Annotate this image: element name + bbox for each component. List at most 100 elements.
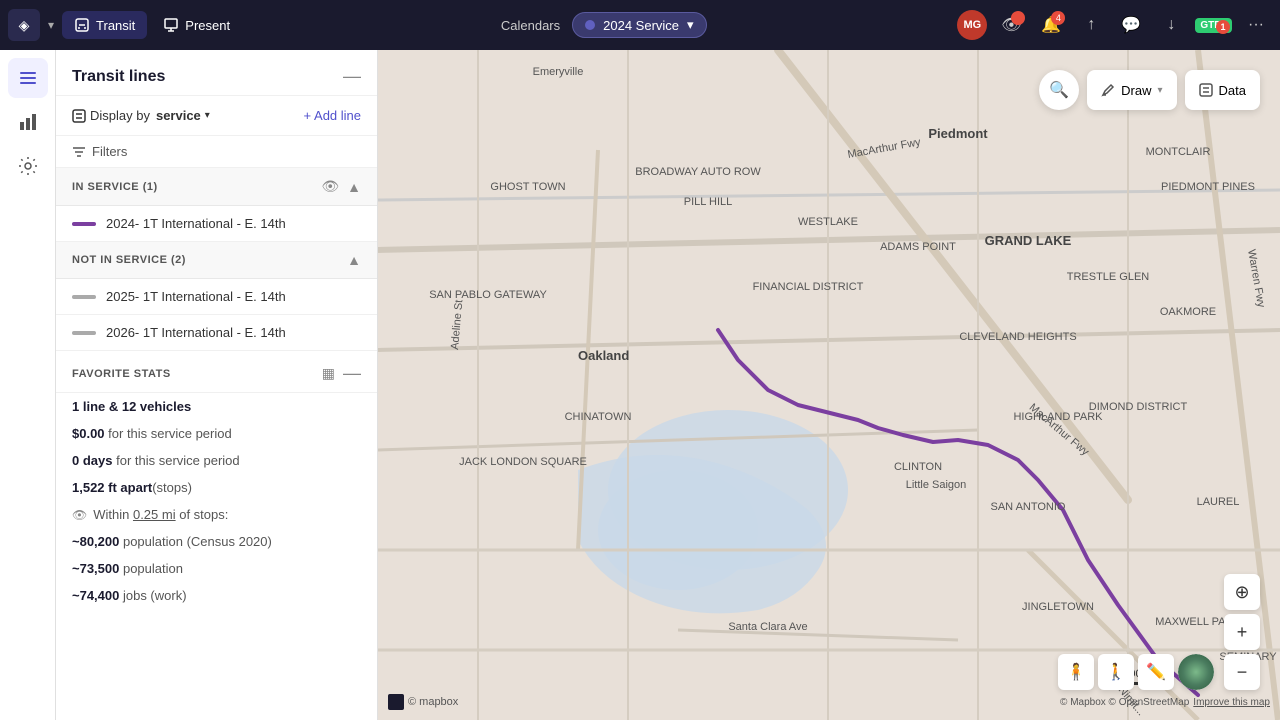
svg-text:GRAND LAKE: GRAND LAKE <box>985 233 1072 248</box>
gtfs-btn[interactable]: GTFS 1 <box>1195 18 1232 33</box>
strip-chart-icon[interactable] <box>8 102 48 142</box>
topbar-right: MG 👁 🔔 4 ↑ 💬 ↓ GTFS 1 ··· <box>957 9 1272 41</box>
svg-text:CLEVELAND HEIGHTS: CLEVELAND HEIGHTS <box>959 331 1076 343</box>
fav-eye-icon: 👁 <box>72 508 87 522</box>
zoom-in-btn[interactable]: + <box>1224 614 1260 650</box>
service-pill-label: 2024 Service <box>603 18 679 33</box>
route-item-2025[interactable]: 2025- 1T International - E. 14th <box>56 279 377 315</box>
not-in-service-actions: ▲ <box>347 252 361 268</box>
compass-btn[interactable]: ⊕ <box>1224 574 1260 610</box>
improve-map-link[interactable]: Improve this map <box>1193 697 1270 708</box>
not-in-service-header[interactable]: NOT IN SERVICE (2) ▲ <box>56 242 377 279</box>
eye-btn[interactable]: 👁 <box>995 9 1027 41</box>
svg-text:FINANCIAL DISTRICT: FINANCIAL DISTRICT <box>753 281 864 293</box>
fav-stat-pop: ~73,500 population <box>56 555 377 582</box>
sidebar-controls: Display by service ▾ + Add line <box>56 96 377 136</box>
route-color-bar-2024 <box>72 222 96 226</box>
svg-text:SAN ANTONIO: SAN ANTONIO <box>991 501 1066 513</box>
share-btn[interactable]: ↑ <box>1075 9 1107 41</box>
person-icon-btn[interactable]: 🧍 <box>1058 654 1094 690</box>
svg-text:WESTLAKE: WESTLAKE <box>798 216 858 228</box>
in-service-actions: 👁 ▲ <box>321 178 361 195</box>
chat-btn[interactable]: 💬 <box>1115 9 1147 41</box>
sidebar-header: Transit lines — <box>56 50 377 96</box>
svg-text:LAUREL: LAUREL <box>1197 496 1240 508</box>
route-color-bar-2026 <box>72 331 96 335</box>
map-area[interactable]: Emeryville Piedmont MONTCLAIR PIEDMONT P… <box>378 50 1280 720</box>
svg-text:BROADWAY AUTO ROW: BROADWAY AUTO ROW <box>635 166 761 178</box>
svg-text:JINGLETOWN: JINGLETOWN <box>1022 601 1094 613</box>
svg-text:Piedmont: Piedmont <box>928 126 988 141</box>
svg-text:PILL HILL: PILL HILL <box>684 196 733 208</box>
person2-icon-btn[interactable]: 🚶 <box>1098 654 1134 690</box>
fav-stat-pop2020: ~80,200 population (Census 2020) <box>56 528 377 555</box>
in-service-header[interactable]: IN SERVICE (1) 👁 ▲ <box>56 168 377 206</box>
in-service-chevron-icon[interactable]: ▲ <box>347 179 361 195</box>
left-strip <box>0 50 56 720</box>
transit-label: Transit <box>96 18 135 33</box>
svg-text:SAN PABLO GATEWAY: SAN PABLO GATEWAY <box>429 289 547 301</box>
sidebar-title: Transit lines <box>72 68 165 86</box>
filters-btn[interactable]: Filters <box>72 144 361 159</box>
present-nav-btn[interactable]: Present <box>151 11 242 39</box>
data-btn[interactable]: Data <box>1185 70 1260 110</box>
service-pill[interactable]: 2024 Service ▾ <box>572 12 706 38</box>
in-service-eye-icon[interactable]: 👁 <box>321 178 339 195</box>
bell-btn[interactable]: 🔔 4 <box>1035 9 1067 41</box>
in-service-title: IN SERVICE (1) <box>72 181 158 193</box>
pencil-icon-btn[interactable]: ✏️ <box>1138 654 1174 690</box>
svg-text:DIMOND DISTRICT: DIMOND DISTRICT <box>1089 401 1188 413</box>
map-search-btn[interactable]: 🔍 <box>1039 70 1079 110</box>
fav-stats-actions: ▦ — <box>322 363 361 384</box>
mapbox-logo[interactable]: © mapbox <box>388 694 458 710</box>
display-by-chevron-icon: ▾ <box>205 110 210 121</box>
draw-label: Draw <box>1121 83 1151 98</box>
bell-badge: 4 <box>1051 11 1065 25</box>
download-btn[interactable]: ↓ <box>1155 9 1187 41</box>
svg-text:JACK LONDON SQUARE: JACK LONDON SQUARE <box>459 456 587 468</box>
topbar: ◈ ▾ Transit Present Calendars 2024 Servi… <box>0 0 1280 50</box>
service-dot <box>585 20 595 30</box>
zoom-out-btn[interactable]: − <box>1224 654 1260 690</box>
mapbox-icon <box>388 694 404 710</box>
route-name-2024: 2024- 1T International - E. 14th <box>106 216 286 231</box>
gtfs-badge: 1 <box>1216 20 1230 34</box>
fav-stat-stops: 1,522 ft apart(stops) <box>56 474 377 501</box>
route-name-2025: 2025- 1T International - E. 14th <box>106 289 286 304</box>
terrain-btn[interactable] <box>1178 654 1214 690</box>
sidebar: Transit lines — Display by service ▾ + A… <box>56 50 378 720</box>
display-by-btn[interactable]: Display by service ▾ <box>72 108 210 123</box>
attribution: © mapbox © Mapbox © OpenStreetMap Improv… <box>378 694 1280 710</box>
display-by-value: service <box>156 108 201 123</box>
svg-text:PIEDMONT PINES: PIEDMONT PINES <box>1161 181 1255 193</box>
calendars-label: Calendars <box>493 18 568 33</box>
fav-stats-header: FAVORITE STATS ▦ — <box>56 351 377 393</box>
fav-chart-icon[interactable]: ▦ <box>322 365 335 382</box>
more-btn[interactable]: ··· <box>1240 9 1272 41</box>
eye-badge <box>1011 11 1025 25</box>
fav-stat-jobs: ~74,400 jobs (work) <box>56 582 377 609</box>
app-logo[interactable]: ◈ <box>8 9 40 41</box>
fav-stat-vehicles: 1 line & 12 vehicles <box>56 393 377 420</box>
svg-text:CHINATOWN: CHINATOWN <box>565 411 632 423</box>
not-in-service-title: NOT IN SERVICE (2) <box>72 254 186 266</box>
svg-text:ADAMS POINT: ADAMS POINT <box>880 241 956 253</box>
strip-layers-icon[interactable] <box>8 58 48 98</box>
draw-btn[interactable]: Draw ▾ <box>1087 70 1176 110</box>
filters-row: Filters <box>56 136 377 168</box>
strip-settings-icon[interactable] <box>8 146 48 186</box>
map-controls-top: 🔍 Draw ▾ Data <box>1039 70 1260 110</box>
filters-label: Filters <box>92 144 127 159</box>
transit-nav-btn[interactable]: Transit <box>62 11 147 39</box>
svg-text:TRESTLE GLEN: TRESTLE GLEN <box>1067 271 1150 283</box>
add-line-btn[interactable]: + Add line <box>304 108 361 123</box>
svg-text:MONTCLAIR: MONTCLAIR <box>1146 146 1211 158</box>
fav-collapse-icon[interactable]: — <box>343 363 361 384</box>
sidebar-collapse-btn[interactable]: — <box>343 66 361 87</box>
app-chevron[interactable]: ▾ <box>44 18 58 32</box>
route-item-2026[interactable]: 2026- 1T International - E. 14th <box>56 315 377 351</box>
avatar[interactable]: MG <box>957 10 987 40</box>
fav-stats-title: FAVORITE STATS <box>72 368 171 380</box>
not-in-service-chevron-icon[interactable]: ▲ <box>347 252 361 268</box>
route-item-2024[interactable]: 2024- 1T International - E. 14th <box>56 206 377 242</box>
